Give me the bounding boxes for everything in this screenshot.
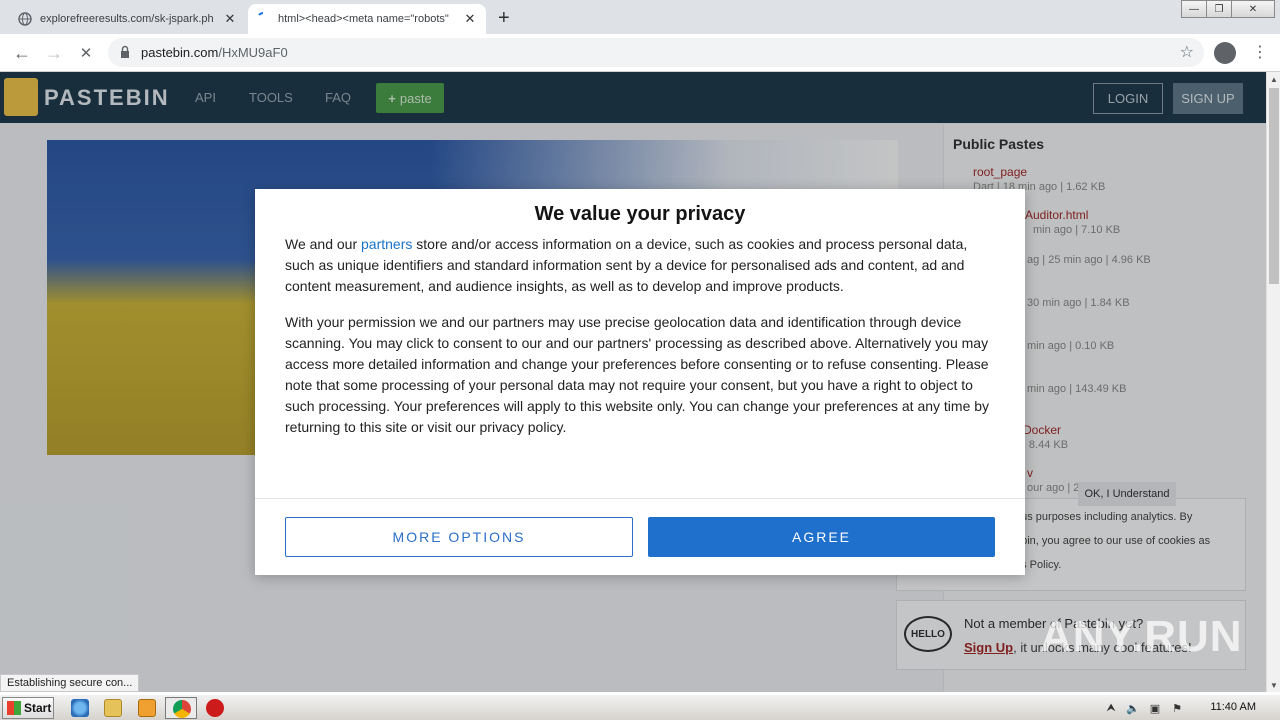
url-path: /HxMU9aF0 <box>218 45 288 60</box>
anyrun-watermark: ANY.RUN <box>1040 612 1243 661</box>
file-explorer-icon[interactable] <box>104 699 122 717</box>
p1-before: We and our <box>285 236 362 252</box>
restore-button[interactable]: ❐ <box>1206 0 1232 18</box>
scroll-thumb[interactable] <box>1269 88 1279 284</box>
chrome-icon <box>173 700 191 718</box>
browser-menu-icon[interactable]: ⋮ <box>1252 42 1268 62</box>
action-center-flag-icon[interactable]: ⚑ <box>1170 701 1184 715</box>
tab-title: html><head><meta name="robots" <box>278 13 449 25</box>
consent-paragraph-2: With your permission we and our partners… <box>285 314 990 435</box>
lock-icon <box>120 45 130 59</box>
minimize-button[interactable]: — <box>1181 0 1207 18</box>
globe-icon <box>18 12 32 26</box>
internet-explorer-icon[interactable] <box>71 699 89 717</box>
consent-paragraph-1: We and our partners store and/or access … <box>285 234 995 297</box>
new-tab-button[interactable]: + <box>498 7 510 30</box>
start-button[interactable]: Start <box>2 697 54 719</box>
tab-close-icon[interactable]: ✕ <box>462 11 478 27</box>
forward-button[interactable]: → <box>42 41 66 65</box>
tab-explorefreeresults[interactable]: explorefreeresults.com/sk-jspark.ph ✕ <box>10 4 246 34</box>
network-icon[interactable]: ▣ <box>1148 701 1162 715</box>
dialog-title: We value your privacy <box>534 203 746 225</box>
taskbar-clock[interactable]: 11:40 AM <box>1210 701 1256 713</box>
privacy-consent-dialog: We value your privacy We and our partner… <box>255 189 1025 575</box>
status-bubble: Establishing secure con... <box>0 674 140 692</box>
media-player-icon[interactable] <box>138 699 156 717</box>
dialog-divider <box>255 498 1025 499</box>
tab-title: explorefreeresults.com/sk-jspark.ph <box>40 13 214 25</box>
address-bar[interactable]: pastebin.com/HxMU9aF0 ☆ <box>108 38 1204 67</box>
page-scrollbar[interactable]: ▲ ▼ <box>1266 72 1280 692</box>
loading-spinner-icon <box>256 12 270 26</box>
start-label: Start <box>24 701 52 715</box>
windows-logo-icon <box>7 701 21 715</box>
close-window-button[interactable]: ✕ <box>1231 0 1275 18</box>
more-options-button[interactable]: MORE OPTIONS <box>285 517 633 557</box>
tab-strip: explorefreeresults.com/sk-jspark.ph ✕ ht… <box>0 0 1280 34</box>
profile-avatar-icon[interactable] <box>1214 42 1236 64</box>
url-text: pastebin.com/HxMU9aF0 <box>141 45 288 60</box>
back-button[interactable]: ← <box>10 41 34 65</box>
window-controls: — ❐ ✕ <box>1181 0 1275 18</box>
volume-icon[interactable]: 🔈 <box>1126 701 1140 715</box>
bookmark-star-icon[interactable]: ☆ <box>1180 42 1194 62</box>
tab-close-icon[interactable]: ✕ <box>222 11 238 27</box>
browser-toolbar: ← → ✕ pastebin.com/HxMU9aF0 ☆ ⋮ <box>0 34 1280 72</box>
chrome-taskbar-button[interactable] <box>165 697 197 719</box>
scroll-up-icon[interactable]: ▲ <box>1267 72 1280 86</box>
stop-loading-button[interactable]: ✕ <box>74 41 98 65</box>
tab-pastebin[interactable]: html><head><meta name="robots" ✕ <box>248 4 486 34</box>
opera-icon[interactable] <box>206 699 224 717</box>
partners-link[interactable]: partners <box>361 236 412 252</box>
agree-button[interactable]: AGREE <box>648 517 995 557</box>
taskbar: Start ⮝ 🔈 ▣ ⚑ 11:40 AM <box>0 694 1280 720</box>
tray-expand-icon[interactable]: ⮝ <box>1104 701 1118 715</box>
url-host: pastebin.com <box>141 45 219 60</box>
scroll-down-icon[interactable]: ▼ <box>1267 678 1280 692</box>
